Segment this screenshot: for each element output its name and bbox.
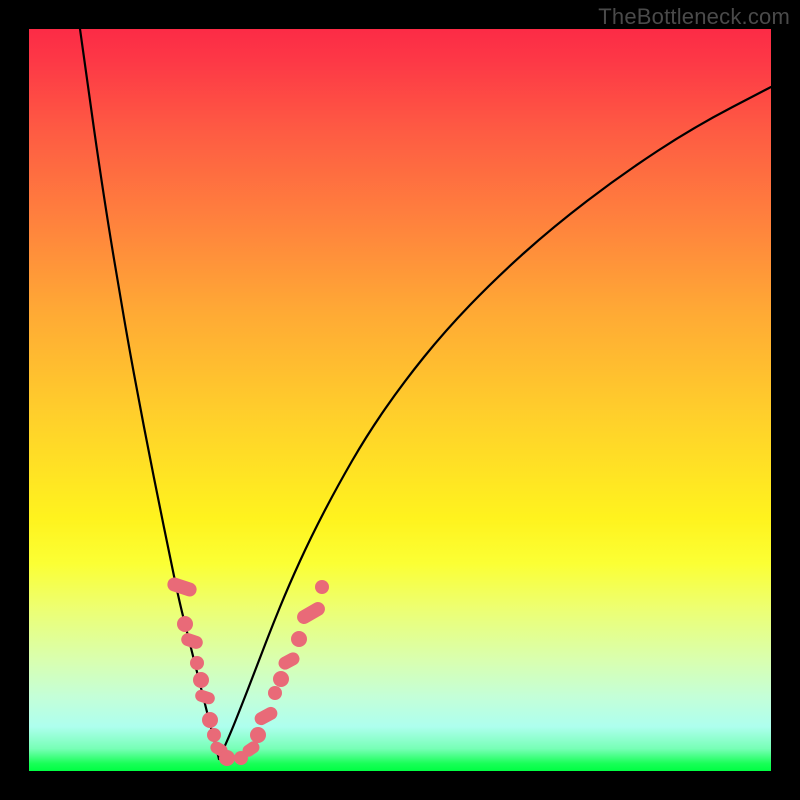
plot-area: [29, 29, 771, 771]
bead-marker: [194, 688, 217, 706]
watermark-text: TheBottleneck.com: [598, 4, 790, 30]
bead-marker: [219, 750, 235, 766]
bead-marker: [207, 728, 221, 742]
left-branch-curve: [80, 29, 219, 759]
bead-marker: [273, 671, 289, 687]
bead-marker: [180, 631, 205, 650]
bead-marker: [252, 705, 279, 728]
bead-marker: [276, 650, 302, 672]
chart-frame: TheBottleneck.com: [0, 0, 800, 800]
curve-layer: [29, 29, 771, 771]
bead-marker: [166, 576, 199, 599]
bead-marker: [202, 712, 218, 728]
bead-marker: [190, 656, 204, 670]
bead-marker: [315, 580, 329, 594]
bead-markers: [166, 576, 329, 766]
bead-marker: [268, 686, 282, 700]
bead-marker: [177, 616, 193, 632]
right-branch-curve: [219, 87, 771, 759]
bead-marker: [250, 727, 266, 743]
bead-marker: [295, 599, 328, 626]
bead-marker: [193, 672, 209, 688]
bead-marker: [291, 631, 307, 647]
